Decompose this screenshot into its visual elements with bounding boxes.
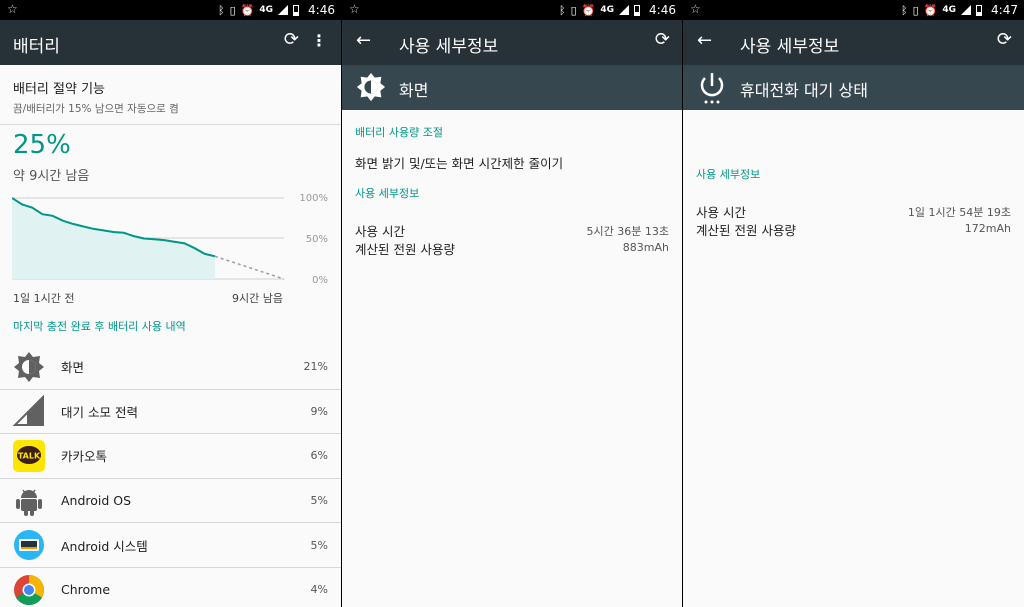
bluetooth-icon: ᛒ <box>559 3 566 17</box>
status-bar: ☆ ᛒ ▯ ⏰ 4G 4:47 <box>683 0 1024 20</box>
more-options-icon[interactable]: ⋮ <box>311 31 327 50</box>
brightness-icon <box>13 351 45 383</box>
battery-saver-item[interactable]: 배터리 절약 기능 끔/배터리가 15% 남으면 자동으로 켬 <box>0 65 341 125</box>
app-bar: ← 사용 세부정보 ⟳ <box>342 20 682 65</box>
app-name: Chrome <box>61 582 111 598</box>
network-type: 4G <box>259 5 274 15</box>
battery-icon <box>976 4 983 16</box>
refresh-icon[interactable]: ⟳ <box>655 29 670 50</box>
status-time: 4:46 <box>308 3 335 17</box>
alarm-icon: ⏰ <box>581 3 596 17</box>
vibrate-icon: ▯ <box>570 3 577 17</box>
chart-x-end: 9시간 남음 <box>232 292 283 305</box>
app-name: Android 시스템 <box>61 538 148 554</box>
status-bar: ☆ ᛒ ▯ ⏰ 4G 4:46 <box>0 0 341 20</box>
power-usage-value: 172mAh <box>964 222 1011 235</box>
detail-header: 화면 <box>342 65 682 110</box>
vibrate-icon: ▯ <box>229 3 236 17</box>
network-type: 4G <box>600 5 615 15</box>
list-item[interactable]: Android 시스템 5% <box>0 523 341 568</box>
chart-projection <box>214 255 285 280</box>
refresh-icon[interactable]: ⟳ <box>997 29 1012 50</box>
y-tick-50: 50% <box>306 234 328 245</box>
star-icon: ☆ <box>690 2 701 16</box>
status-bar: ☆ ᛒ ▯ ⏰ 4G 4:46 <box>342 0 682 20</box>
vibrate-icon: ▯ <box>912 3 919 17</box>
usage-time-label: 사용 시간 <box>696 205 746 220</box>
chart-x-start: 1일 1시간 전 <box>13 292 75 305</box>
app-name: 카카오톡 <box>61 449 108 465</box>
android-system-icon <box>13 529 45 561</box>
list-item[interactable]: Android OS 5% <box>0 479 341 524</box>
list-item[interactable]: 화면 21% <box>0 345 341 390</box>
list-item[interactable]: 대기 소모 전력 9% <box>0 390 341 435</box>
page-title: 사용 세부정보 <box>740 37 840 57</box>
usage-detail-screen-panel: ☆ ᛒ ▯ ⏰ 4G 4:46 ← 사용 세부정보 ⟳ 화면 배터리 사용량 조… <box>342 0 682 607</box>
power-usage-label: 계산된 전원 사용량 <box>355 242 455 257</box>
star-icon: ☆ <box>349 2 360 16</box>
section-usage-details: 사용 세부정보 <box>696 168 761 181</box>
usage-time-value: 1일 1시간 54분 19초 <box>907 206 1011 219</box>
cell-signal-icon <box>13 395 45 427</box>
battery-saver-title: 배터리 절약 기능 <box>13 82 105 97</box>
detail-header: 휴대전화 대기 상태 <box>683 65 1024 110</box>
app-bar: ← 사용 세부정보 ⟳ <box>683 20 1024 65</box>
app-usage: 5% <box>310 494 328 508</box>
detail-title: 휴대전화 대기 상태 <box>740 81 868 100</box>
kakaotalk-icon: TALK <box>13 439 45 472</box>
status-time: 4:46 <box>649 3 676 17</box>
page-title: 사용 세부정보 <box>399 37 499 57</box>
app-usage: 5% <box>310 538 328 552</box>
app-usage: 4% <box>310 583 328 597</box>
power-icon <box>698 71 726 109</box>
status-time: 4:47 <box>991 3 1018 17</box>
star-icon: ☆ <box>7 2 18 16</box>
usage-time-label: 사용 시간 <box>355 224 405 239</box>
y-tick-0: 0% <box>312 275 328 286</box>
bluetooth-icon: ᛒ <box>901 3 908 17</box>
section-usage-details: 사용 세부정보 <box>355 187 420 200</box>
back-arrow-icon[interactable]: ← <box>697 30 712 51</box>
battery-icon <box>634 4 641 16</box>
detail-title: 화면 <box>399 81 429 100</box>
back-arrow-icon[interactable]: ← <box>356 30 371 51</box>
list-item[interactable]: TALK 카카오톡 6% <box>0 434 341 479</box>
alarm-icon: ⏰ <box>923 3 938 17</box>
bluetooth-icon: ᛒ <box>218 3 225 17</box>
battery-saver-subtitle: 끔/배터리가 15% 남으면 자동으로 켬 <box>13 103 179 115</box>
app-usage: 6% <box>310 449 328 463</box>
usage-section-header: 마지막 충전 완료 후 배터리 사용 내역 <box>13 320 186 333</box>
chrome-icon <box>13 574 45 606</box>
signal-icon <box>278 5 289 15</box>
section-battery-control: 배터리 사용량 조절 <box>355 126 443 139</box>
alarm-icon: ⏰ <box>240 3 255 17</box>
refresh-icon[interactable]: ⟳ <box>284 29 299 50</box>
usage-time-value: 5시간 36분 13초 <box>586 225 669 238</box>
network-type: 4G <box>942 5 957 15</box>
app-usage: 9% <box>310 404 328 418</box>
battery-panel: ☆ ᛒ ▯ ⏰ 4G 4:46 배터리 ⟳ ⋮ 배터리 절약 기능 끔/배터리가… <box>0 0 341 607</box>
reduce-brightness-action[interactable]: 화면 밝기 및/또는 화면 시간제한 줄이기 <box>355 153 563 172</box>
app-name: Android OS <box>61 493 132 509</box>
battery-percent: 25% <box>13 130 71 160</box>
y-tick-100: 100% <box>299 193 328 204</box>
signal-icon <box>619 5 630 15</box>
svg-text:TALK: TALK <box>18 451 41 460</box>
page-title: 배터리 <box>13 37 60 57</box>
android-icon <box>13 485 45 517</box>
usage-detail-standby-panel: ☆ ᛒ ▯ ⏰ 4G 4:47 ← 사용 세부정보 ⟳ 휴대전화 대기 상태 사… <box>683 0 1024 607</box>
app-name: 대기 소모 전력 <box>61 404 138 420</box>
app-bar: 배터리 ⟳ ⋮ <box>0 20 341 65</box>
battery-remaining: 약 9시간 남음 <box>13 169 90 184</box>
power-usage-value: 883mAh <box>622 241 669 254</box>
brightness-icon <box>356 72 386 106</box>
power-usage-label: 계산된 전원 사용량 <box>696 223 796 238</box>
signal-icon <box>961 5 972 15</box>
app-name: 화면 <box>61 360 85 376</box>
battery-icon <box>293 4 300 16</box>
list-item[interactable]: Chrome 4% <box>0 568 341 607</box>
app-usage: 21% <box>303 360 328 374</box>
usage-list: 화면 21% 대기 소모 전력 9% TALK 카카오톡 6% Android … <box>0 345 341 607</box>
battery-history-chart[interactable]: 100% 50% 0% <box>12 192 332 302</box>
